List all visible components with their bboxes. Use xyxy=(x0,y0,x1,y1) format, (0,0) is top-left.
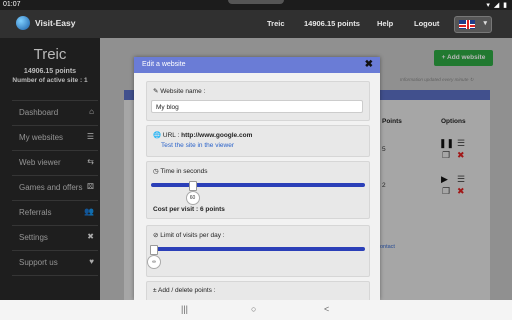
pencil-icon: ✎ xyxy=(153,88,159,95)
url-value: http://www.google.com xyxy=(181,132,253,139)
edit-website-modal: Edit a website ✖ ✎ Website name : My blo… xyxy=(134,57,380,300)
points-section: ± Add / delete points : xyxy=(146,281,370,300)
language-selector[interactable]: ▾ xyxy=(454,16,492,33)
cost-per-visit: Cost per visit : 6 points xyxy=(153,206,225,213)
time-section: ◷ Time in seconds 60 Cost per visit : 6 … xyxy=(146,161,370,219)
url-label: 🌐 URL : http://www.google.com xyxy=(153,131,252,139)
recents-icon[interactable]: ||| xyxy=(181,304,188,314)
time-value-bubble: 60 xyxy=(185,191,200,205)
camera-notch xyxy=(228,0,284,4)
globe-icon: 🌐 xyxy=(153,132,162,139)
limit-section: ⊘ Limit of visits per day : ∞ xyxy=(146,225,370,277)
status-icons: ▾ ◢ ▮ xyxy=(486,2,508,9)
website-name-label-text: Website name : xyxy=(160,88,206,95)
close-icon[interactable]: ✖ xyxy=(365,59,373,70)
top-navbar: Visit-Easy Treic 14906.15 points Help Lo… xyxy=(0,10,512,38)
nav-points[interactable]: 14906.15 points xyxy=(304,19,360,28)
ban-icon: ⊘ xyxy=(153,232,159,239)
time-slider-track[interactable] xyxy=(151,183,365,187)
limit-label-text: Limit of visits per day : xyxy=(160,232,225,239)
back-icon[interactable]: < xyxy=(324,304,329,314)
time-label-text: Time in seconds xyxy=(160,168,208,175)
caret-down-icon: ▾ xyxy=(483,20,487,27)
time-slider-handle[interactable] xyxy=(188,181,197,191)
limit-label: ⊘ Limit of visits per day : xyxy=(153,231,225,239)
brand-name: Visit-Easy xyxy=(35,18,76,28)
website-name-section: ✎ Website name : My blog xyxy=(146,81,370,121)
nav-logout[interactable]: Logout xyxy=(414,19,439,28)
limit-value-bubble: ∞ xyxy=(147,255,161,269)
website-name-input[interactable]: My blog xyxy=(151,100,363,113)
clock-icon: ◷ xyxy=(153,168,159,175)
nav-username[interactable]: Treic xyxy=(267,19,285,28)
nav-help[interactable]: Help xyxy=(377,19,393,28)
url-label-text: URL : xyxy=(162,132,180,139)
limit-slider-handle[interactable] xyxy=(150,245,158,255)
status-time: 01:07 xyxy=(3,1,21,8)
uk-flag-icon xyxy=(459,20,475,29)
website-name-label: ✎ Website name : xyxy=(153,87,205,95)
home-icon[interactable]: ○ xyxy=(251,304,256,314)
plus-minus-icon: ± xyxy=(153,287,157,294)
test-site-link[interactable]: Test the site in the viewer xyxy=(161,142,234,149)
url-section: 🌐 URL : http://www.google.com Test the s… xyxy=(146,125,370,157)
brand-logo[interactable]: Visit-Easy xyxy=(16,16,75,30)
modal-title: Edit a website xyxy=(142,61,186,68)
android-nav-bar: ||| ○ < xyxy=(0,300,512,320)
globe-icon xyxy=(16,16,30,30)
points-label: ± Add / delete points : xyxy=(153,287,216,294)
limit-slider-track[interactable] xyxy=(151,247,365,251)
modal-header: Edit a website ✖ xyxy=(134,57,380,73)
points-label-text: Add / delete points : xyxy=(158,287,216,294)
time-label: ◷ Time in seconds xyxy=(153,167,207,175)
